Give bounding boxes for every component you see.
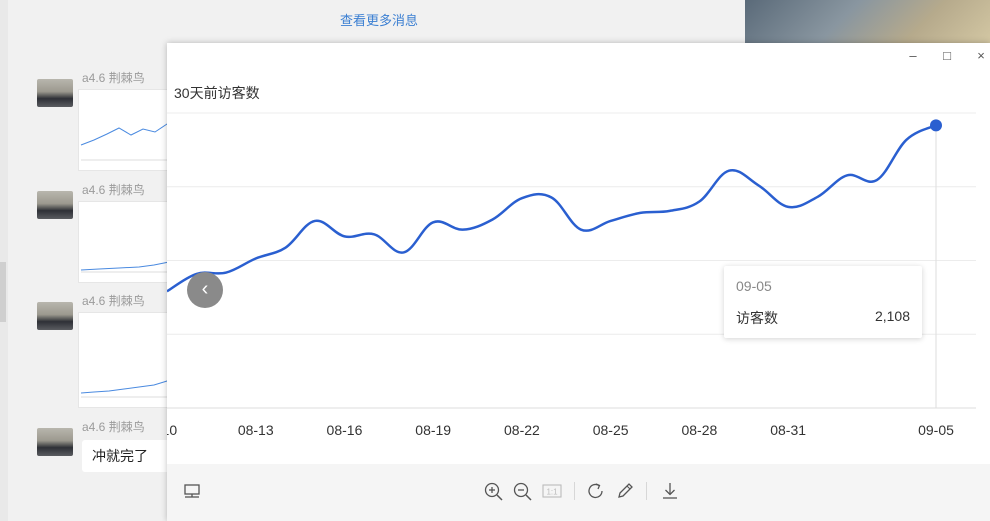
maximize-button[interactable]: □ — [937, 47, 957, 65]
avatar[interactable] — [37, 302, 73, 330]
viewer-toolbar: 1:1 — [167, 464, 990, 521]
close-button[interactable]: × — [971, 47, 990, 65]
avatar[interactable] — [37, 191, 73, 219]
x-tick-label: -10 — [167, 422, 177, 438]
thumbnail-panel-icon[interactable] — [181, 480, 203, 502]
tooltip-value: 2,108 — [874, 308, 910, 324]
chart-title: 30天前访客数 — [174, 85, 260, 101]
minimize-button[interactable]: – — [903, 47, 923, 65]
toolbar-divider — [574, 482, 575, 500]
chat-scroll-track[interactable] — [0, 0, 8, 521]
avatar[interactable] — [37, 79, 73, 107]
x-tick-label: 08-25 — [593, 422, 629, 438]
highlighted-data-point[interactable] — [930, 119, 942, 132]
more-messages-link[interactable]: 查看更多消息 — [340, 10, 418, 29]
sender-name: a4.6 荆棘鸟 — [82, 294, 145, 308]
image-message-thumbnail[interactable] — [78, 89, 180, 171]
edit-pen-icon[interactable] — [614, 480, 636, 502]
viewer-titlebar[interactable]: – □ × — [167, 43, 990, 68]
image-message-thumbnail[interactable] — [78, 201, 180, 283]
zoom-in-icon[interactable] — [482, 480, 504, 502]
sender-name: a4.6 荆棘鸟 — [82, 420, 145, 434]
zoom-out-icon[interactable] — [511, 480, 533, 502]
thumbnail-chart — [80, 374, 176, 398]
thumbnail-chart — [80, 123, 176, 161]
x-tick-label: 08-22 — [504, 422, 540, 438]
download-icon[interactable] — [659, 480, 681, 502]
sender-name: a4.6 荆棘鸟 — [82, 183, 145, 197]
thumbnail-chart — [80, 258, 176, 273]
avatar[interactable] — [37, 428, 73, 456]
previous-image-button[interactable]: ‹ — [187, 272, 223, 308]
image-viewer-window: – □ × -10 08-13 08-16 08-19 08-22 08-25 08-28 0… — [167, 43, 990, 521]
image-message-thumbnail[interactable] — [78, 312, 180, 408]
chat-scroll-thumb[interactable] — [0, 262, 6, 322]
chart-tooltip: 09-05 访客数 2,108 — [724, 266, 922, 338]
sender-name: a4.6 荆棘鸟 — [82, 71, 145, 85]
text-message[interactable]: 冲就完了 — [82, 440, 178, 472]
tooltip-date: 09-05 — [736, 278, 772, 294]
x-tick-label: 08-31 — [770, 422, 806, 438]
actual-size-label: 1:1 — [546, 488, 558, 497]
x-tick-label: 08-19 — [415, 422, 451, 438]
x-tick-label: 08-16 — [327, 422, 363, 438]
chart-image: -10 08-13 08-16 08-19 08-22 08-25 08-28 08-31 09… — [167, 68, 990, 464]
actual-size-icon[interactable]: 1:1 — [541, 480, 563, 502]
x-tick-label: 08-28 — [681, 422, 717, 438]
rotate-icon[interactable] — [585, 480, 607, 502]
x-tick-label: 09-05 — [918, 422, 954, 438]
tooltip-series-label: 访客数 — [736, 310, 778, 326]
background-photo — [745, 0, 990, 44]
toolbar-divider — [646, 482, 647, 500]
x-tick-label: 08-13 — [238, 422, 274, 438]
